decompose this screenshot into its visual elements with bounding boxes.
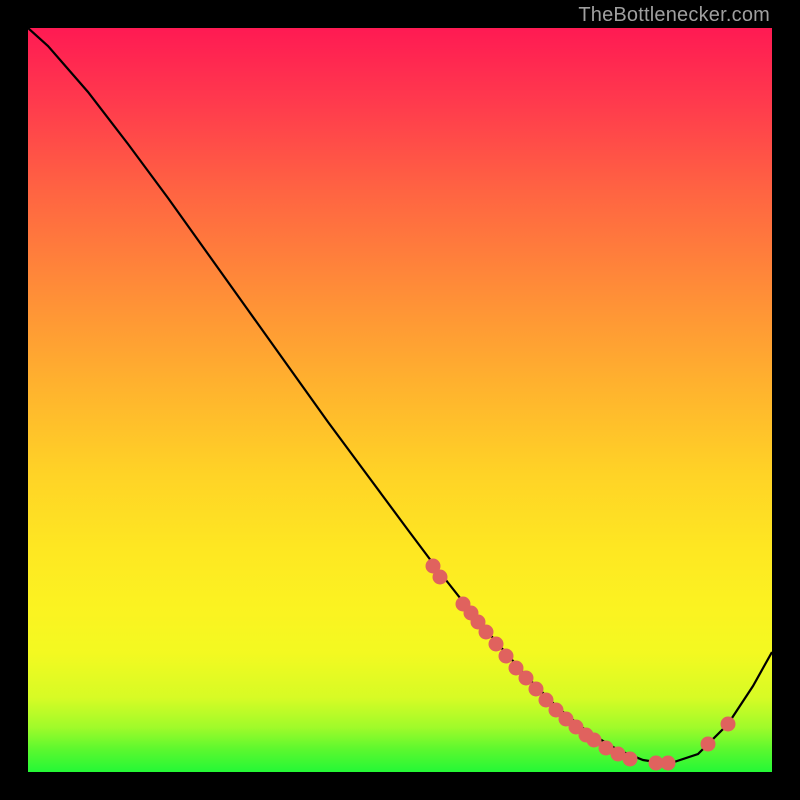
data-point: [661, 756, 676, 771]
watermark-text: TheBottlenecker.com: [578, 4, 770, 27]
curve-svg: [28, 28, 772, 772]
plot-area: [28, 28, 772, 772]
data-point: [479, 625, 494, 640]
data-points-group: [426, 559, 736, 771]
data-point: [489, 637, 504, 652]
data-point: [623, 752, 638, 767]
data-point: [701, 737, 716, 752]
data-point: [433, 570, 448, 585]
data-point: [721, 717, 736, 732]
data-point: [499, 649, 514, 664]
chart-frame: TheBottlenecker.com: [0, 0, 800, 800]
bottleneck-curve: [28, 28, 772, 764]
